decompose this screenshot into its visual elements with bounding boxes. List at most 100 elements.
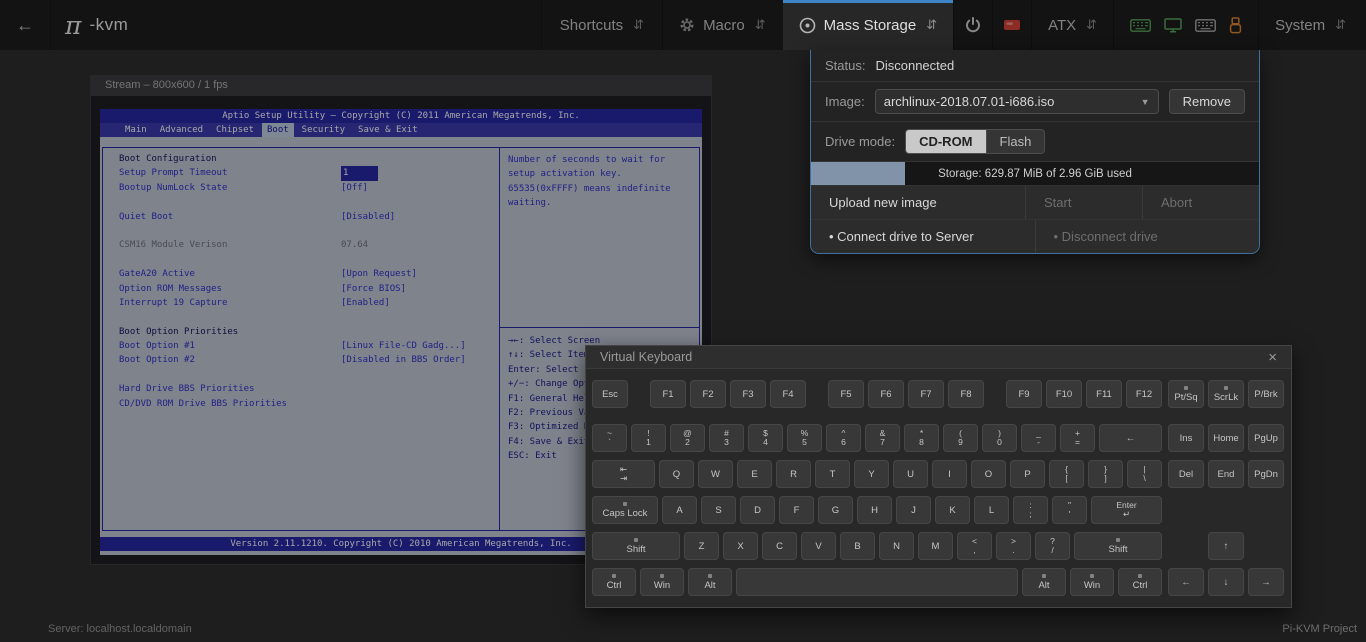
key-0[interactable]: )0 xyxy=(982,424,1017,452)
key-k[interactable]: K xyxy=(935,496,970,524)
key-label: Alt xyxy=(1038,580,1049,591)
key-5[interactable]: %5 xyxy=(787,424,822,452)
key-f[interactable]: F xyxy=(779,496,814,524)
key-e[interactable]: E xyxy=(737,460,772,488)
key-7[interactable]: &7 xyxy=(865,424,900,452)
key-r[interactable]: R xyxy=(776,460,811,488)
key-arrow-right[interactable]: → xyxy=(1248,568,1284,596)
key-shift-right[interactable]: Shift xyxy=(1074,532,1162,560)
key-o[interactable]: O xyxy=(971,460,1006,488)
key-bracket-right[interactable]: }] xyxy=(1088,460,1123,488)
key-comma[interactable]: <, xyxy=(957,532,992,560)
key-print-screen[interactable]: Pt/Sq xyxy=(1168,380,1204,408)
key-m[interactable]: M xyxy=(918,532,953,560)
key-tab[interactable]: ⇤⇥ xyxy=(592,460,655,488)
key-d[interactable]: D xyxy=(740,496,775,524)
nav-item-mass-storage[interactable]: Mass Storage ⇵ xyxy=(782,0,953,50)
key-2[interactable]: @2 xyxy=(670,424,705,452)
key-semicolon[interactable]: :; xyxy=(1013,496,1048,524)
key-i[interactable]: I xyxy=(932,460,967,488)
key-space[interactable] xyxy=(736,568,1018,596)
key-ins[interactable]: Ins xyxy=(1168,424,1204,452)
key-win-right[interactable]: Win xyxy=(1070,568,1114,596)
key-u[interactable]: U xyxy=(893,460,928,488)
key-period[interactable]: >. xyxy=(996,532,1031,560)
drive-mode-flash-button[interactable]: Flash xyxy=(987,129,1046,154)
key-arrow-left[interactable]: ← xyxy=(1168,568,1204,596)
key-f2[interactable]: F2 xyxy=(690,380,726,408)
key-bracket-left[interactable]: {[ xyxy=(1049,460,1084,488)
key-v[interactable]: V xyxy=(801,532,836,560)
key-f9[interactable]: F9 xyxy=(1006,380,1042,408)
key-pgdn[interactable]: PgDn xyxy=(1248,460,1284,488)
key-f10[interactable]: F10 xyxy=(1046,380,1082,408)
key-pause-break[interactable]: P/Brk xyxy=(1248,380,1284,408)
key-9[interactable]: (9 xyxy=(943,424,978,452)
key-p[interactable]: P xyxy=(1010,460,1045,488)
drive-mode-cdrom-button[interactable]: CD-ROM xyxy=(905,129,986,154)
key-f1[interactable]: F1 xyxy=(650,380,686,408)
key-end[interactable]: End xyxy=(1208,460,1244,488)
key-f11[interactable]: F11 xyxy=(1086,380,1122,408)
key-minus[interactable]: _- xyxy=(1021,424,1056,452)
key-6[interactable]: ^6 xyxy=(826,424,861,452)
key-l[interactable]: L xyxy=(974,496,1009,524)
start-upload-button[interactable]: Start xyxy=(1025,186,1142,219)
remove-image-button[interactable]: Remove xyxy=(1169,89,1245,114)
key-f12[interactable]: F12 xyxy=(1126,380,1162,408)
key-enter[interactable]: Enter↵ xyxy=(1091,496,1162,524)
key-y[interactable]: Y xyxy=(854,460,889,488)
key-q[interactable]: Q xyxy=(659,460,694,488)
key-ctrl-right[interactable]: Ctrl xyxy=(1118,568,1162,596)
key-slash[interactable]: ?/ xyxy=(1035,532,1070,560)
key-scroll-lock[interactable]: ScrLk xyxy=(1208,380,1244,408)
key-f6[interactable]: F6 xyxy=(868,380,904,408)
key-arrow-down[interactable]: ↓ xyxy=(1208,568,1244,596)
close-icon[interactable]: × xyxy=(1264,349,1281,366)
key-t[interactable]: T xyxy=(815,460,850,488)
key-backspace[interactable]: ← xyxy=(1099,424,1162,452)
key-c[interactable]: C xyxy=(762,532,797,560)
key-f7[interactable]: F7 xyxy=(908,380,944,408)
key-pgup[interactable]: PgUp xyxy=(1248,424,1284,452)
key-bottom-label: 6 xyxy=(841,438,846,448)
disconnect-drive-button[interactable]: • Disconnect drive xyxy=(1035,220,1260,253)
key-esc[interactable]: Esc xyxy=(592,380,628,408)
virtual-keyboard-titlebar[interactable]: Virtual Keyboard × xyxy=(586,346,1291,369)
abort-upload-button[interactable]: Abort xyxy=(1142,186,1259,219)
key-4[interactable]: $4 xyxy=(748,424,783,452)
key-f5[interactable]: F5 xyxy=(828,380,864,408)
key-backquote[interactable]: ~` xyxy=(592,424,627,452)
image-select[interactable]: archlinux-2018.07.01-i686.iso ▼ xyxy=(875,89,1159,114)
key-s[interactable]: S xyxy=(701,496,736,524)
key-backslash[interactable]: |\ xyxy=(1127,460,1162,488)
key-alt-right[interactable]: Alt xyxy=(1022,568,1066,596)
key-arrow-up[interactable]: ↑ xyxy=(1208,532,1244,560)
key-z[interactable]: Z xyxy=(684,532,719,560)
key-x[interactable]: X xyxy=(723,532,758,560)
key-quote[interactable]: "' xyxy=(1052,496,1087,524)
key-1[interactable]: !1 xyxy=(631,424,666,452)
connect-drive-button[interactable]: • Connect drive to Server xyxy=(811,220,1035,253)
key-3[interactable]: #3 xyxy=(709,424,744,452)
key-n[interactable]: N xyxy=(879,532,914,560)
key-shift-left[interactable]: Shift xyxy=(592,532,680,560)
key-g[interactable]: G xyxy=(818,496,853,524)
key-j[interactable]: J xyxy=(896,496,931,524)
key-f8[interactable]: F8 xyxy=(948,380,984,408)
key-ctrl-left[interactable]: Ctrl xyxy=(592,568,636,596)
key-win-left[interactable]: Win xyxy=(640,568,684,596)
key-h[interactable]: H xyxy=(857,496,892,524)
key-f3[interactable]: F3 xyxy=(730,380,766,408)
upload-image-button[interactable]: Upload new image xyxy=(811,186,1025,219)
key-caps-lock[interactable]: Caps Lock xyxy=(592,496,658,524)
key-b[interactable]: B xyxy=(840,532,875,560)
key-f4[interactable]: F4 xyxy=(770,380,806,408)
key-alt-left[interactable]: Alt xyxy=(688,568,732,596)
key-equal[interactable]: += xyxy=(1060,424,1095,452)
key-w[interactable]: W xyxy=(698,460,733,488)
key-home[interactable]: Home xyxy=(1208,424,1244,452)
key-8[interactable]: *8 xyxy=(904,424,939,452)
key-del[interactable]: Del xyxy=(1168,460,1204,488)
key-a[interactable]: A xyxy=(662,496,697,524)
